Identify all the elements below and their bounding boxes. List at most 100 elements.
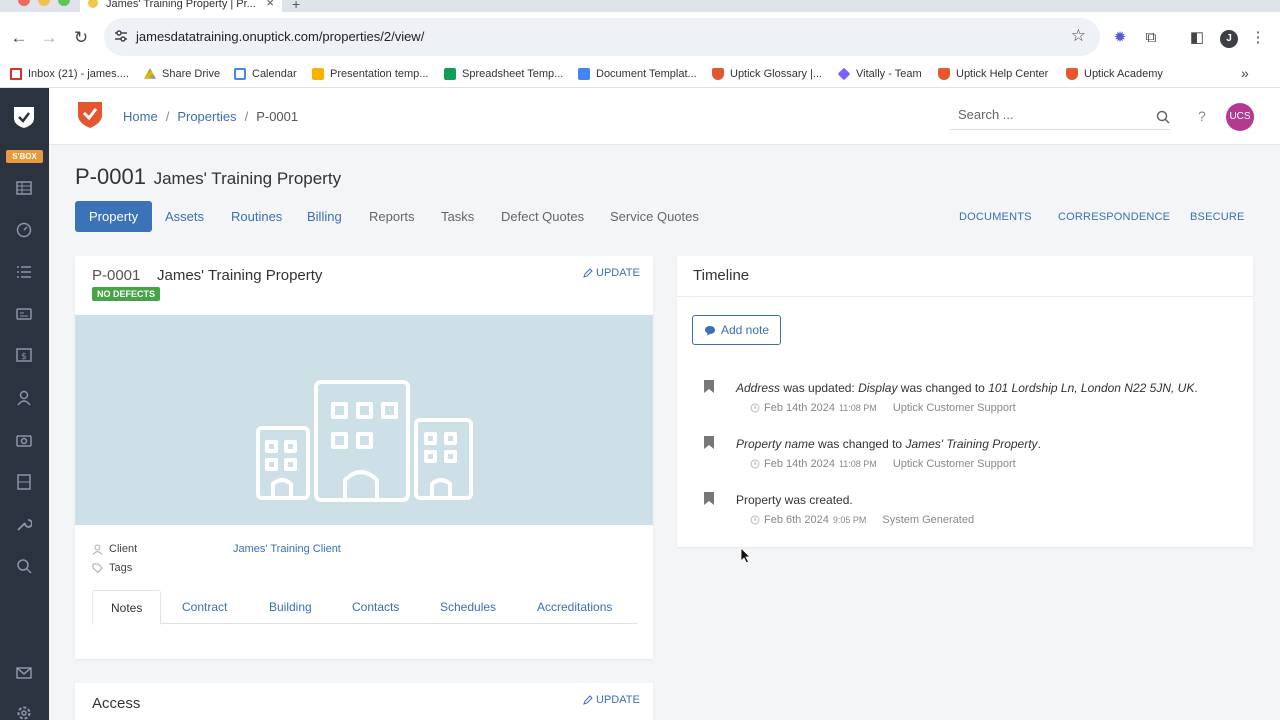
tab-service-quotes[interactable]: Service Quotes [610, 201, 699, 232]
bookmark-label: Presentation temp... [330, 68, 429, 80]
tab-property[interactable]: Property [75, 201, 153, 232]
id-card-icon[interactable] [15, 305, 33, 323]
search-doc-icon[interactable] [15, 557, 33, 575]
new-value: 101 Lordship Ln, London N22 5JN, UK [988, 381, 1195, 395]
timeline-card: Timeline Add note Address was updated: D… [677, 256, 1253, 547]
subtab-notes[interactable]: Notes [92, 590, 162, 625]
docs-icon [578, 68, 590, 80]
correspondence-link[interactable]: CORRESPONDENCE [1058, 211, 1170, 223]
subtab-contract[interactable]: Contract [182, 590, 227, 625]
bookmark-label: Document Templat... [596, 68, 697, 80]
breadcrumb-home[interactable]: Home [123, 109, 158, 124]
bookmark-item[interactable]: Inbox (21) - james.... [10, 64, 129, 84]
billing-dollar-icon[interactable]: $ [15, 347, 33, 365]
tab-tasks[interactable]: Tasks [441, 201, 474, 232]
help-icon[interactable]: ? [1198, 108, 1206, 124]
entry-text-part: was changed to [897, 381, 989, 395]
bookmark-item[interactable]: Document Templat... [578, 64, 697, 84]
subtab-contacts[interactable]: Contacts [352, 590, 399, 625]
client-link[interactable]: James' Training Client [233, 543, 341, 555]
update-property-button[interactable]: UPDATE [583, 267, 640, 279]
entry-date: Feb 14th 2024 [764, 402, 835, 414]
browser-toolbar: ← → ↻ jamesdatatraining.onuptick.com/pro… [0, 12, 1280, 60]
subtab-schedules[interactable]: Schedules [440, 590, 496, 625]
side-panel-icon[interactable]: ◧ [1188, 28, 1206, 46]
bookmark-item[interactable]: Calendar [234, 64, 297, 84]
entry-text-part: was changed to [814, 437, 906, 451]
dashboard-gauge-icon[interactable] [15, 221, 33, 239]
client-row: Client [92, 543, 137, 555]
tasks-list-icon[interactable] [15, 263, 33, 281]
timeline-entry-text: Address was updated: Display was changed… [736, 381, 1198, 395]
bookmark-label: Uptick Help Center [956, 68, 1049, 80]
maximize-window-icon[interactable] [58, 0, 70, 6]
tab-defect-quotes[interactable]: Defect Quotes [501, 201, 584, 232]
documents-link[interactable]: DOCUMENTS [959, 211, 1032, 223]
browser-menu-icon[interactable]: ⋮ [1249, 28, 1267, 46]
forward-arrow-icon[interactable]: → [39, 28, 59, 48]
bookmark-label: Calendar [252, 68, 297, 80]
tab-assets[interactable]: Assets [165, 201, 204, 232]
extension-gear-icon[interactable]: ✹ [1111, 28, 1129, 46]
bookmark-item[interactable]: Presentation temp... [312, 64, 428, 84]
uptick-shield-icon [712, 68, 724, 80]
breadcrumb-properties[interactable]: Properties [177, 109, 236, 124]
clock-icon [750, 459, 760, 469]
search-input[interactable] [950, 104, 1130, 125]
tab-routines[interactable]: Routines [231, 201, 282, 232]
add-note-button[interactable]: Add note [692, 315, 781, 345]
entry-text-part: was updated: [780, 381, 859, 395]
card-property-code: P-0001 [92, 267, 141, 284]
close-window-icon[interactable] [18, 0, 30, 6]
update-access-button[interactable]: UPDATE [583, 694, 640, 706]
uptick-brand-logo[interactable] [75, 101, 105, 131]
bookmark-item[interactable]: Share Drive [144, 64, 220, 84]
browser-profile-avatar[interactable]: J [1220, 30, 1238, 48]
subtab-building[interactable]: Building [269, 590, 312, 625]
properties-grid-icon[interactable] [15, 179, 33, 197]
address-bar[interactable]: jamesdatatraining.onuptick.com/propertie… [104, 18, 1100, 56]
uptick-logo-icon[interactable] [13, 105, 35, 129]
bookmark-item[interactable]: Uptick Academy [1066, 64, 1163, 84]
search-icon[interactable] [1156, 110, 1170, 124]
tab-reports[interactable]: Reports [369, 201, 415, 232]
user-icon [92, 544, 103, 555]
tag-icon [92, 563, 103, 573]
bookmark-label: Share Drive [162, 68, 221, 80]
new-value: James' Training Property [905, 437, 1038, 451]
wrench-icon[interactable] [15, 515, 33, 533]
storage-box-icon[interactable] [15, 473, 33, 491]
reload-icon[interactable]: ↻ [71, 28, 91, 48]
status-badge: NO DEFECTS [92, 287, 161, 301]
bookmark-icon [704, 436, 714, 449]
mail-icon[interactable] [15, 664, 33, 682]
card-property-name: James' Training Property [157, 267, 323, 284]
bsecure-link[interactable]: BSECURE [1190, 211, 1245, 223]
bookmark-item[interactable]: Spreadsheet Temp... [444, 64, 563, 84]
bookmark-item[interactable]: Uptick Help Center [938, 64, 1048, 84]
property-card: P-0001 James' Training Property NO DEFEC… [75, 256, 653, 659]
browser-tab-active[interactable]: James' Training Property | Pr... × [80, 0, 282, 12]
new-tab-icon[interactable]: + [292, 0, 300, 12]
tab-billing[interactable]: Billing [307, 201, 342, 232]
site-info-icon[interactable] [114, 29, 128, 43]
bookmark-item[interactable]: Vitally - Team [837, 64, 922, 84]
bookmark-star-icon[interactable]: ☆ [1071, 26, 1086, 46]
user-icon[interactable] [15, 389, 33, 407]
entry-time: 11:08 PM [838, 459, 877, 469]
property-image-placeholder [75, 315, 653, 525]
bookmark-item[interactable]: Uptick Glossary |... [712, 64, 822, 84]
extensions-puzzle-icon[interactable]: ⧉ [1142, 28, 1160, 46]
subtab-accreditations[interactable]: Accreditations [537, 590, 612, 625]
timeline-entry-meta: Feb 14th 2024 11:08 PM Uptick Customer S… [750, 458, 1016, 470]
bookmarks-overflow-icon[interactable]: » [1241, 65, 1249, 81]
user-avatar[interactable]: UCS [1226, 103, 1254, 131]
mouse-pointer-icon [741, 548, 751, 564]
settings-gear-icon[interactable] [15, 704, 33, 720]
camera-icon[interactable] [15, 431, 33, 449]
minimize-window-icon[interactable] [38, 0, 50, 6]
close-tab-icon[interactable]: × [266, 0, 274, 10]
entry-author: Uptick Customer Support [892, 458, 1016, 470]
changed-field: Address [736, 381, 781, 395]
back-arrow-icon[interactable]: ← [9, 28, 29, 48]
